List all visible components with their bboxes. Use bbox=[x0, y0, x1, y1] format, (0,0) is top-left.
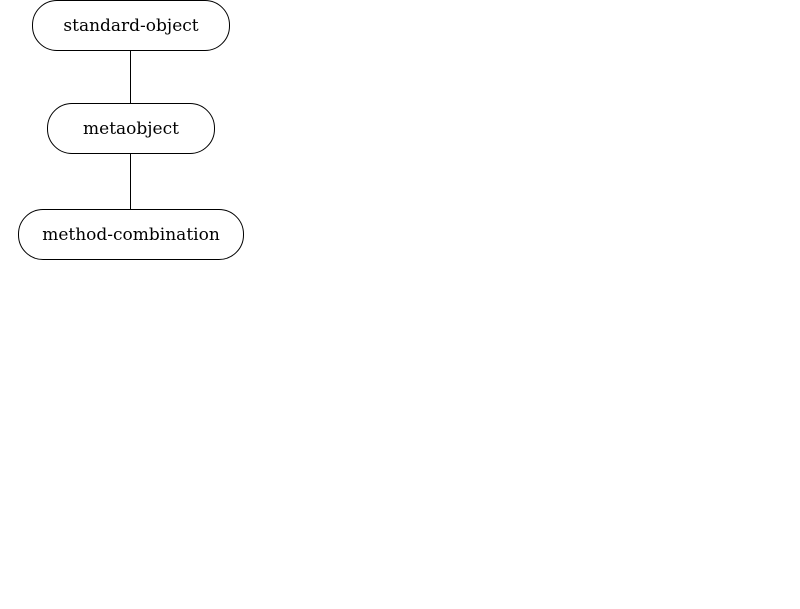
node-metaobject[interactable]: metaobject bbox=[47, 103, 215, 154]
edge-metaobject-to-method-combination bbox=[130, 154, 131, 209]
edge-standard-object-to-metaobject bbox=[130, 51, 131, 103]
class-hierarchy-diagram: standard-object metaobject method-combin… bbox=[0, 0, 800, 609]
node-label: method-combination bbox=[42, 224, 220, 245]
node-label: metaobject bbox=[83, 118, 179, 139]
node-method-combination[interactable]: method-combination bbox=[18, 209, 244, 260]
node-standard-object[interactable]: standard-object bbox=[32, 0, 230, 51]
node-label: standard-object bbox=[63, 15, 199, 36]
